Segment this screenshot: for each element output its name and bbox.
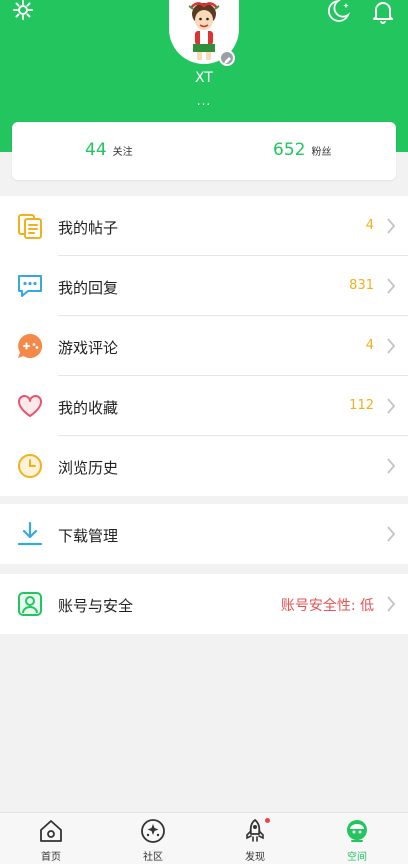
menu-label: 账号与安全 <box>58 597 134 615</box>
tab-label: 首页 <box>41 852 61 863</box>
game-reviews-count: 4 <box>365 338 374 353</box>
menu-label: 我的回复 <box>58 279 119 297</box>
bottom-tab-bar: 首页 社区 发现 空间 <box>0 812 408 864</box>
downloads-menu: 下载管理 <box>0 504 408 564</box>
tab-space[interactable]: 空间 <box>306 813 408 864</box>
tab-label: 社区 <box>143 852 163 863</box>
documents-icon <box>18 214 42 239</box>
menu-item-downloads[interactable]: 下载管理 <box>0 504 408 564</box>
night-mode-icon[interactable] <box>326 0 352 26</box>
home-icon <box>40 820 62 842</box>
menu-item-history[interactable]: 浏览历史 <box>0 436 408 496</box>
menu-label: 游戏评论 <box>58 339 119 357</box>
menu-item-game-reviews[interactable]: 游戏评论 4 <box>0 316 408 376</box>
favorites-count: 112 <box>349 398 374 413</box>
menu-item-favorites[interactable]: 我的收藏 112 <box>0 376 408 436</box>
community-icon <box>141 819 165 843</box>
account-menu: 账号与安全 账号安全性: 低 <box>0 574 408 634</box>
tab-label: 发现 <box>245 852 265 863</box>
menu-label: 我的帖子 <box>58 219 119 237</box>
username: XT <box>195 70 213 86</box>
tab-label: 空间 <box>347 852 367 863</box>
menu-label: 浏览历史 <box>58 459 119 477</box>
settings-icon[interactable] <box>10 0 36 26</box>
user-bio: ... <box>196 94 212 108</box>
gamepad-bubble-icon <box>18 333 43 358</box>
download-icon <box>17 521 43 546</box>
following-count: 44 <box>85 140 107 160</box>
robot-face-icon <box>347 820 367 842</box>
chevron-right-icon <box>387 596 396 612</box>
pencil-icon <box>224 57 231 64</box>
menu-label: 我的收藏 <box>58 399 119 417</box>
followers-label: 粉丝 <box>311 147 332 158</box>
replies-count: 831 <box>349 278 374 293</box>
chevron-right-icon <box>387 218 396 234</box>
chevron-right-icon <box>387 398 396 414</box>
menu-label: 下载管理 <box>58 527 119 545</box>
rocket-icon <box>246 819 264 842</box>
activity-menu: 我的帖子 4 我的回复 831 游戏评论 4 我的收藏 112 浏览历史 <box>0 196 408 496</box>
tab-community[interactable]: 社区 <box>102 813 204 864</box>
account-security-level: 账号安全性: 低 <box>280 598 374 614</box>
avatar-edit-badge[interactable] <box>219 50 235 66</box>
menu-item-my-posts[interactable]: 我的帖子 4 <box>0 196 408 256</box>
posts-count: 4 <box>365 218 374 233</box>
chevron-right-icon <box>387 278 396 294</box>
chevron-right-icon <box>387 526 396 542</box>
chat-bubble-icon <box>18 275 42 297</box>
account-icon <box>18 592 42 616</box>
following-stat[interactable]: 44 关注 <box>85 140 133 160</box>
menu-item-account-security[interactable]: 账号与安全 账号安全性: 低 <box>0 574 408 634</box>
chevron-right-icon <box>387 458 396 474</box>
heart-icon <box>18 395 42 417</box>
tab-discover[interactable]: 发现 <box>204 813 306 864</box>
chevron-right-icon <box>387 338 396 354</box>
tab-home[interactable]: 首页 <box>0 813 102 864</box>
followers-count: 652 <box>273 140 306 160</box>
menu-item-my-replies[interactable]: 我的回复 831 <box>0 256 408 316</box>
stats-card: 44 关注 652 粉丝 <box>12 122 396 180</box>
following-label: 关注 <box>112 147 133 158</box>
bell-icon[interactable] <box>370 0 396 26</box>
notification-dot <box>265 818 270 823</box>
followers-stat[interactable]: 652 粉丝 <box>273 140 331 160</box>
clock-icon <box>18 454 42 478</box>
